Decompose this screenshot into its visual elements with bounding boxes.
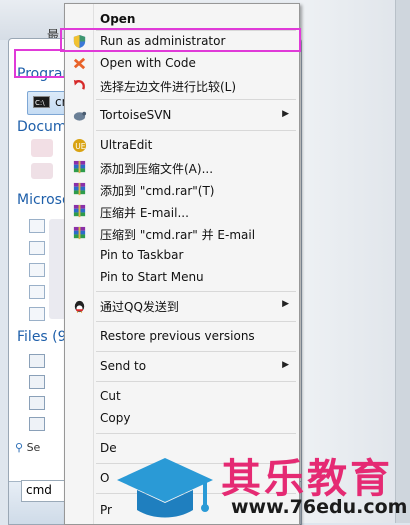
menu-item-label: Restore previous versions bbox=[100, 329, 255, 343]
menu-item-label: TortoiseSVN bbox=[100, 108, 172, 122]
file-item-icon bbox=[29, 417, 45, 431]
qq-penguin-icon bbox=[74, 300, 85, 313]
submenu-arrow-icon: ▶ bbox=[282, 109, 289, 119]
vscode-icon bbox=[73, 57, 86, 70]
menu-item-label: Copy bbox=[100, 411, 131, 425]
menu-item-label: UltraEdit bbox=[100, 138, 153, 152]
mail-item-icon bbox=[29, 285, 45, 299]
submenu-arrow-icon: ▶ bbox=[282, 299, 289, 309]
menu-separator bbox=[96, 291, 296, 292]
menu-separator bbox=[96, 321, 296, 322]
menu-item-compare-left[interactable]: 选择左边文件进行比较(L) bbox=[65, 74, 299, 96]
menu-item-add-to-archive[interactable]: 添加到压缩文件(A)... bbox=[65, 156, 299, 178]
ultraedit-icon: UE bbox=[72, 138, 87, 153]
menu-item-open-with-code[interactable]: Open with Code bbox=[65, 52, 299, 74]
menu-item-label: Pr bbox=[100, 503, 112, 517]
menu-separator bbox=[96, 381, 296, 382]
menu-item-label: Open with Code bbox=[100, 56, 196, 70]
menu-item-label: 添加到压缩文件(A)... bbox=[100, 162, 214, 176]
file-item-icon bbox=[29, 396, 45, 410]
winrar-icon bbox=[73, 204, 86, 218]
see-more-results-link[interactable]: ⚲ Se bbox=[15, 441, 40, 454]
mail-item-icon bbox=[29, 241, 45, 255]
menu-item-send-via-qq[interactable]: 通过QQ发送到 ▶ bbox=[65, 294, 299, 316]
menu-item-label: 选择左边文件进行比较(L) bbox=[100, 80, 237, 94]
watermark-url: www.76edu.com bbox=[231, 496, 408, 518]
menu-item-label: 压缩并 E-mail... bbox=[100, 206, 189, 220]
winrar-icon bbox=[73, 160, 86, 174]
menu-separator bbox=[96, 130, 296, 131]
file-item-icon bbox=[29, 375, 45, 389]
menu-item-label: 添加到 "cmd.rar"(T) bbox=[100, 184, 215, 198]
winrar-icon bbox=[73, 226, 86, 240]
cmd-console-icon: C:\ bbox=[33, 96, 50, 108]
watermark: 其乐教育 www.76edu.com bbox=[113, 450, 410, 523]
menu-item-compress-to-cmd-rar-email[interactable]: 压缩到 "cmd.rar" 并 E-mail bbox=[65, 222, 299, 244]
menu-separator bbox=[96, 99, 296, 100]
menu-item-cut[interactable]: Cut bbox=[65, 385, 299, 407]
menu-item-send-to[interactable]: Send to ▶ bbox=[65, 355, 299, 377]
run-as-administrator-highlight-box bbox=[60, 28, 301, 52]
background-scrollbar bbox=[395, 0, 410, 523]
mail-item-icon bbox=[29, 219, 45, 233]
section-documents-heading: Docum bbox=[17, 119, 67, 135]
menu-separator bbox=[96, 433, 296, 434]
menu-item-copy[interactable]: Copy bbox=[65, 407, 299, 429]
file-item-icon bbox=[29, 354, 45, 368]
graduation-cap-logo-icon bbox=[117, 458, 213, 518]
tortoise-icon bbox=[73, 111, 87, 121]
menu-item-label: Pin to Taskbar bbox=[100, 248, 184, 262]
menu-item-label: 压缩到 "cmd.rar" 并 E-mail bbox=[100, 228, 256, 242]
winrar-icon bbox=[73, 182, 86, 196]
menu-item-tortoisesvn[interactable]: TortoiseSVN ▶ bbox=[65, 104, 299, 126]
blurred-document-icon bbox=[31, 139, 53, 157]
menu-item-ultraedit[interactable]: UE UltraEdit bbox=[65, 134, 299, 156]
section-microsoft-heading: Microso bbox=[17, 192, 71, 208]
menu-item-label: Send to bbox=[100, 359, 147, 373]
menu-item-label: Cut bbox=[100, 389, 121, 403]
menu-item-label: Open bbox=[100, 12, 136, 26]
submenu-arrow-icon: ▶ bbox=[282, 360, 289, 370]
search-magnifier-icon: ⚲ bbox=[15, 441, 24, 454]
mail-item-icon bbox=[29, 307, 45, 321]
menu-separator bbox=[96, 351, 296, 352]
background-window-pane bbox=[300, 0, 410, 523]
svg-text:UE: UE bbox=[75, 142, 85, 151]
menu-item-label: 通过QQ发送到 bbox=[100, 300, 179, 314]
menu-item-pin-to-taskbar[interactable]: Pin to Taskbar bbox=[65, 244, 299, 266]
mail-item-icon bbox=[29, 263, 45, 277]
menu-item-pin-to-start-menu[interactable]: Pin to Start Menu bbox=[65, 266, 299, 288]
menu-item-compress-and-email[interactable]: 压缩并 E-mail... bbox=[65, 200, 299, 222]
blurred-document-icon bbox=[31, 163, 53, 179]
see-more-results-label: Se bbox=[26, 441, 41, 454]
compare-arrow-icon bbox=[73, 79, 85, 90]
menu-item-restore-previous-versions[interactable]: Restore previous versions bbox=[65, 325, 299, 347]
menu-item-label: Pin to Start Menu bbox=[100, 270, 204, 284]
cmd-highlight-box bbox=[14, 49, 68, 78]
menu-item-add-to-cmd-rar[interactable]: 添加到 "cmd.rar"(T) bbox=[65, 178, 299, 200]
menu-item-open[interactable]: Open bbox=[65, 8, 299, 30]
menu-item-label: O bbox=[100, 471, 110, 485]
